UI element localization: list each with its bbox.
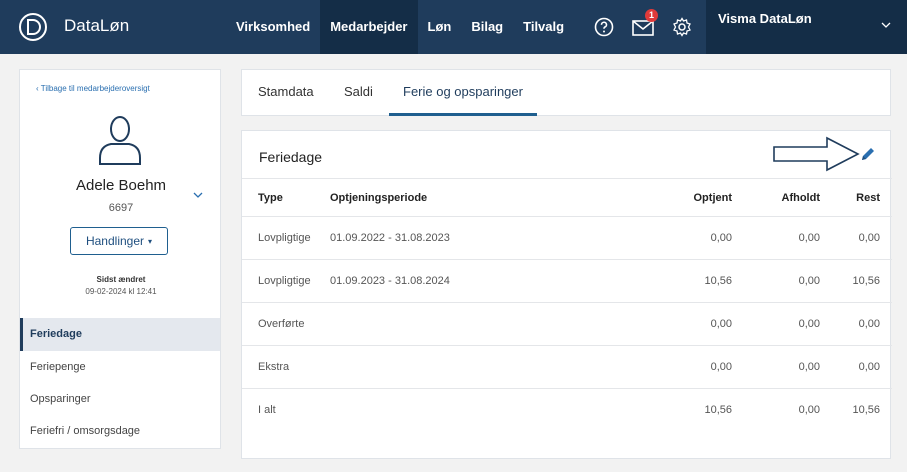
caret-down-icon: ▾ [148, 236, 153, 246]
notification-badge: 1 [645, 9, 658, 22]
arrow-right-icon [773, 136, 860, 172]
cell-optjent: 0,00 [630, 216, 732, 260]
cell-period [330, 345, 630, 389]
col-rest: Rest [820, 178, 892, 217]
table-row: Overførte 0,00 0,00 0,00 [242, 302, 892, 346]
col-optjent: Optjent [630, 178, 732, 217]
chevron-left-icon: ‹ [36, 84, 39, 93]
tab-stamdata[interactable]: Stamdata [258, 70, 314, 116]
cell-rest: 0,00 [820, 216, 892, 260]
cell-type: Overførte [242, 302, 330, 346]
nav-medarbejder[interactable]: Medarbejder [320, 0, 418, 54]
cell-afholdt: 0,00 [732, 259, 820, 303]
cell-rest: 0,00 [820, 345, 892, 389]
tabs-bar: Stamdata Saldi Ferie og opsparinger [241, 69, 891, 116]
settings-gear-icon[interactable] [670, 15, 694, 39]
side-item-feriepenge[interactable]: Feriepenge [20, 351, 220, 383]
cell-type: Lovpligtige [242, 259, 330, 303]
avatar-icon [99, 116, 141, 165]
main-nav: Virksomhed Medarbejder Løn Bilag Tilvalg [228, 0, 574, 54]
feriedage-card: Feriedage Type Optjeningsperiode Optjent… [241, 130, 892, 459]
side-menu: Feriedage Feriepenge Opsparinger Feriefr… [20, 318, 220, 447]
col-period: Optjeningsperiode [330, 178, 630, 217]
cell-period: 01.09.2022 - 31.08.2023 [330, 216, 630, 260]
help-icon[interactable] [592, 15, 616, 39]
cell-optjent: 10,56 [630, 388, 732, 432]
cell-afholdt: 0,00 [732, 302, 820, 346]
brand-name: DataLøn [64, 16, 130, 35]
cell-type: Ekstra [242, 345, 330, 389]
tab-ferie-og-opsparinger[interactable]: Ferie og opsparinger [389, 70, 537, 116]
feriedage-table: Type Optjeningsperiode Optjent Afholdt R… [242, 178, 892, 432]
back-link-label: Tilbage til medarbejderoversigt [40, 84, 150, 93]
cell-type: Lovpligtige [242, 216, 330, 260]
col-type: Type [242, 178, 330, 217]
pencil-icon[interactable] [860, 146, 876, 162]
nav-bilag[interactable]: Bilag [461, 0, 513, 54]
last-changed-value: 09-02-2024 kl 12:41 [85, 287, 157, 296]
cell-rest: 10,56 [820, 388, 892, 432]
cell-optjent: 0,00 [630, 345, 732, 389]
chevron-down-icon[interactable] [193, 192, 203, 198]
chevron-down-icon [881, 22, 891, 28]
cell-period: 01.09.2023 - 31.08.2024 [330, 259, 630, 303]
tab-saldi[interactable]: Saldi [344, 70, 373, 116]
cell-afholdt: 0,00 [732, 216, 820, 260]
cell-afholdt: 0,00 [732, 345, 820, 389]
cell-optjent: 0,00 [630, 302, 732, 346]
cell-rest: 0,00 [820, 302, 892, 346]
table-row: Lovpligtige 01.09.2023 - 31.08.2024 10,5… [242, 259, 892, 303]
table-row: I alt 10,56 0,00 10,56 [242, 388, 892, 432]
cell-type: I alt [242, 388, 330, 432]
section-title: Feriedage [259, 149, 323, 165]
cell-period [330, 388, 630, 432]
actions-dropdown-button[interactable]: Handlinger ▾ [70, 227, 168, 255]
table-row: Lovpligtige 01.09.2022 - 31.08.2023 0,00… [242, 216, 892, 260]
last-changed-label: Sidst ændret [96, 275, 146, 284]
employee-panel: ‹ Tilbage til medarbejderoversigt Adele … [19, 69, 221, 449]
nav-tilvalg[interactable]: Tilvalg [513, 0, 574, 54]
side-item-opsparinger[interactable]: Opsparinger [20, 383, 220, 415]
cell-rest: 10,56 [820, 259, 892, 303]
messages-icon[interactable]: 1 [631, 9, 658, 39]
cell-afholdt: 0,00 [732, 388, 820, 432]
top-bar: DataLøn Virksomhed Medarbejder Løn Bilag… [0, 0, 907, 54]
datalon-logo-icon[interactable] [18, 12, 48, 42]
table-header-row: Type Optjeningsperiode Optjent Afholdt R… [242, 178, 892, 217]
side-item-feriefri[interactable]: Feriefri / omsorgsdage [20, 415, 220, 447]
account-menu[interactable]: Visma DataLøn [706, 0, 907, 54]
cell-optjent: 10,56 [630, 259, 732, 303]
cell-period [330, 302, 630, 346]
back-link[interactable]: ‹ Tilbage til medarbejderoversigt [36, 84, 150, 93]
table-row: Ekstra 0,00 0,00 0,00 [242, 345, 892, 389]
col-afholdt: Afholdt [732, 178, 820, 217]
account-name: Visma DataLøn [718, 11, 812, 26]
actions-label: Handlinger [85, 234, 145, 248]
employee-name: Adele Boehm [75, 177, 167, 194]
side-item-feriedage[interactable]: Feriedage [20, 318, 220, 351]
nav-lon[interactable]: Løn [418, 0, 462, 54]
nav-virksomhed[interactable]: Virksomhed [228, 0, 320, 54]
employee-number: 6697 [108, 202, 134, 214]
